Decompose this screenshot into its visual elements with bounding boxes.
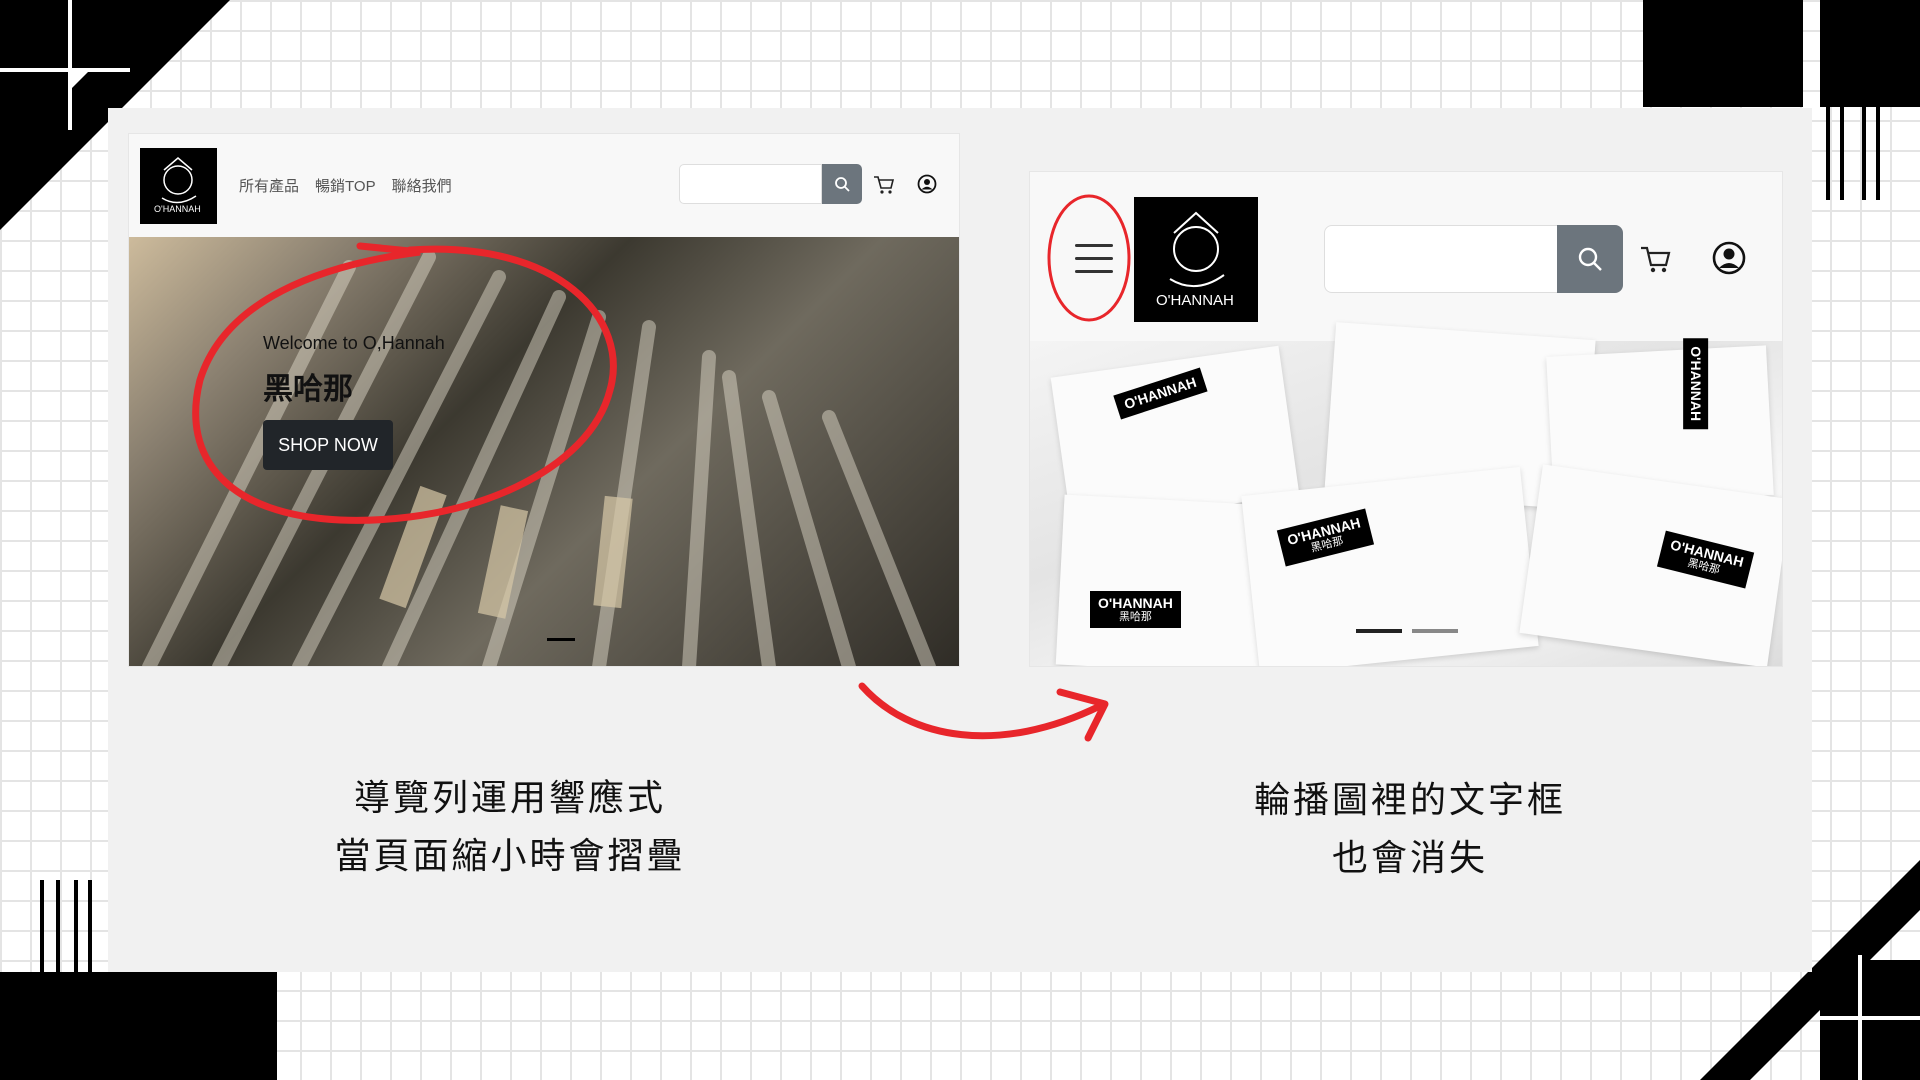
right-caption-line2: 也會消失: [1331, 838, 1488, 879]
annotation-circle-hamburger: [1047, 194, 1131, 322]
left-caption: 導覽列運用響應式 當頁面縮小時會摺疊: [250, 770, 770, 886]
right-caption: 輪播圖裡的文字框 也會消失: [1150, 772, 1670, 888]
right-caption-line1: 輪播圖裡的文字框: [1253, 780, 1566, 821]
annotation-circle-hero-caption: [192, 242, 617, 524]
left-caption-line1: 導覽列運用響應式: [353, 778, 666, 819]
left-caption-line2: 當頁面縮小時會摺疊: [334, 836, 686, 877]
annotation-overlay: [192, 194, 1131, 742]
